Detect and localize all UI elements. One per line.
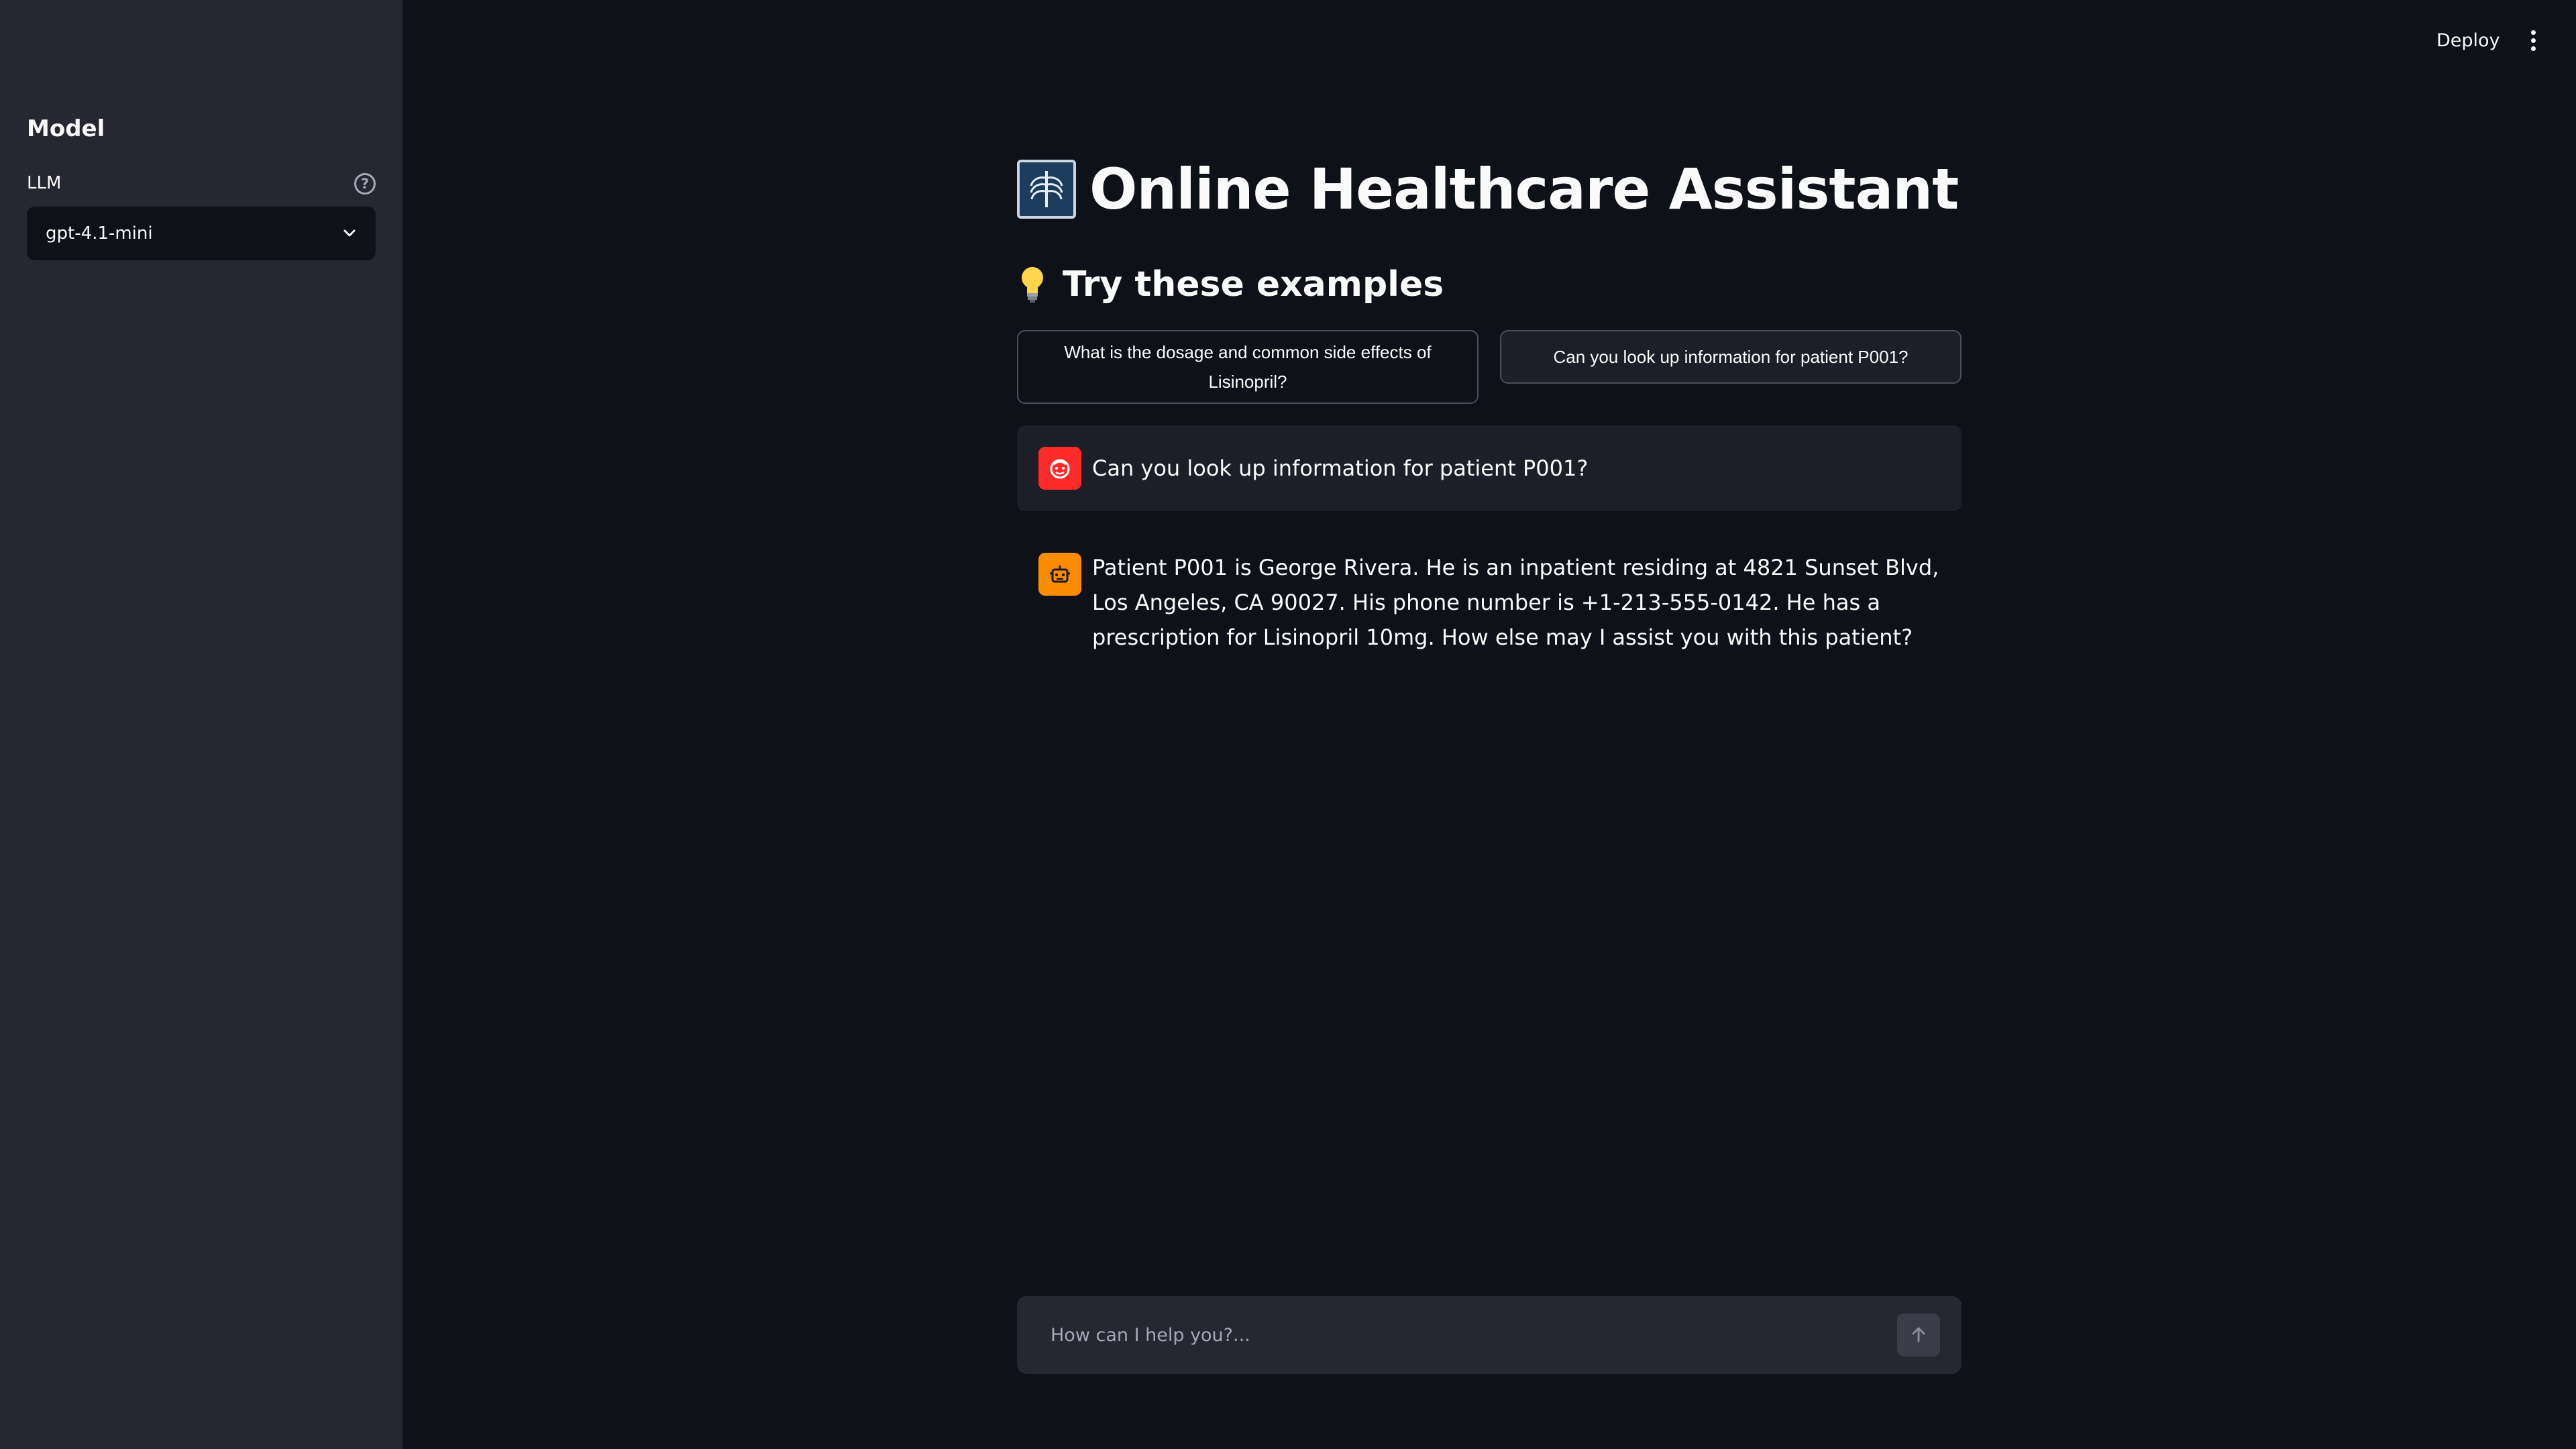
example-button-dosage[interactable]: What is the dosage and common side effec… [1017, 330, 1479, 404]
robot-icon [1050, 566, 1070, 583]
send-button[interactable] [1897, 1313, 1940, 1356]
model-select-value: gpt-4.1-mini [46, 223, 153, 244]
assistant-avatar [1038, 553, 1081, 596]
chat-input[interactable] [1049, 1324, 1897, 1346]
sidebar-heading: Model [27, 115, 105, 142]
assistant-message-text: Patient P001 is George Rivera. He is an … [1092, 555, 1939, 650]
examples-heading-row: Try these examples [1017, 260, 1444, 309]
deploy-button[interactable]: Deploy [2428, 24, 2508, 56]
xray-icon [1017, 160, 1076, 219]
user-avatar [1038, 447, 1081, 490]
page-title: Online Healthcare Assistant [1089, 156, 1959, 222]
arrow-up-icon [1912, 1327, 1925, 1342]
user-message: Can you look up information for patient … [1017, 425, 1962, 511]
lightbulb-icon [1017, 264, 1048, 305]
model-select[interactable]: gpt-4.1-mini [27, 207, 376, 260]
face-icon [1050, 459, 1070, 479]
sidebar: Model LLM ? gpt-4.1-mini [0, 0, 402, 1449]
assistant-message: Patient P001 is George Rivera. He is an … [1017, 550, 1962, 655]
user-message-text: Can you look up information for patient … [1092, 455, 1589, 481]
main-menu-icon[interactable] [2521, 24, 2545, 56]
chat-input-container [1017, 1296, 1962, 1374]
title-row: Online Healthcare Assistant [1017, 156, 1959, 223]
help-icon[interactable]: ? [354, 173, 376, 195]
example-button-patient-lookup[interactable]: Can you look up information for patient … [1500, 330, 1962, 384]
llm-label: LLM [27, 173, 62, 193]
chevron-down-icon [342, 226, 357, 241]
examples-title: Try these examples [1063, 264, 1444, 305]
